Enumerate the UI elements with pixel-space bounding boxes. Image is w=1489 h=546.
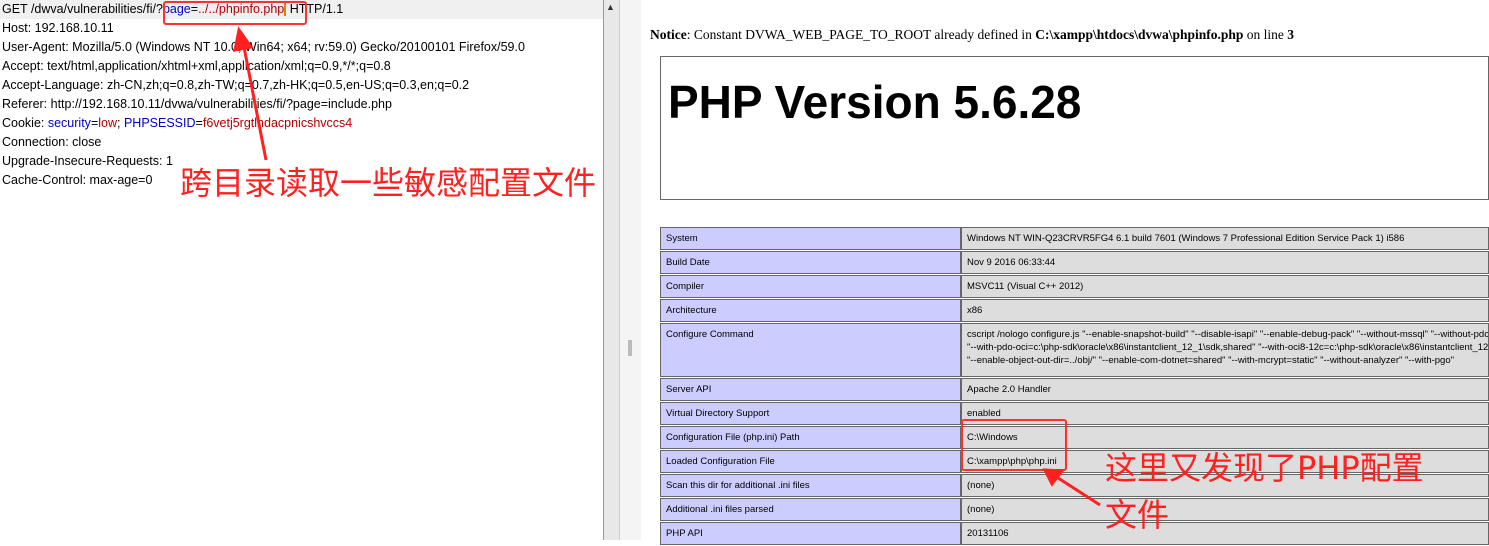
arrow-head-icon — [1042, 468, 1065, 487]
arrow-head-icon — [233, 26, 254, 52]
annotation-right: 这里又发现了PHP配置 — [1105, 449, 1424, 487]
annotation-left: 跨目录读取一些敏感配置文件 — [180, 164, 597, 202]
arrow-line — [1054, 474, 1101, 507]
annotation-right-2: 文件 — [1105, 496, 1170, 534]
arrow-line — [241, 41, 268, 161]
